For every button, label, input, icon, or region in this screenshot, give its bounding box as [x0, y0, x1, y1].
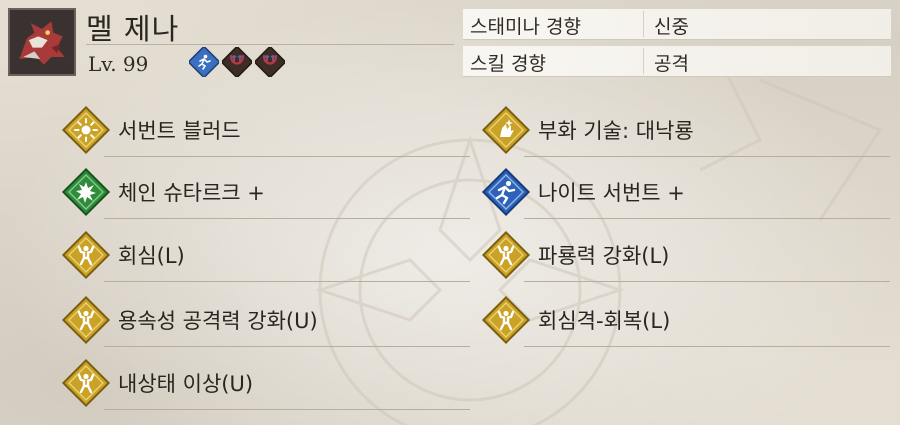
skill-divider [104, 409, 470, 410]
sun-burst-icon [61, 105, 111, 155]
strength-icon [61, 358, 111, 408]
skill-label: 부화 기술: 대낙룡 [538, 119, 694, 143]
skill-divider [524, 281, 890, 282]
tendency-panel: 스태미나 경향 신중 스킬 경향 공격 [463, 9, 891, 83]
skill-divider [104, 218, 470, 219]
skill-label: 체인 슈타르크 + [118, 181, 265, 205]
skill-label: 용속성 공격력 강화(U) [118, 309, 318, 333]
trait-label: 스태미나 경향 [470, 16, 581, 38]
runner-icon [189, 47, 219, 77]
skill-divider [524, 156, 890, 157]
skill-label: 파룡력 강화(L) [538, 244, 670, 268]
trait-row-skill: 스킬 경향 공격 [463, 46, 891, 77]
strength-icon [61, 230, 111, 280]
dragon-portrait-icon [10, 10, 74, 74]
skill-divider [104, 346, 470, 347]
strength-icon [481, 295, 531, 345]
character-portrait[interactable] [8, 8, 76, 76]
trait-value: 신중 [654, 16, 689, 38]
fang-icon [222, 47, 252, 77]
name-divider [86, 44, 454, 45]
burst-icon [61, 167, 111, 217]
runner-icon [481, 167, 531, 217]
element-badges [189, 47, 285, 77]
strength-icon [481, 230, 531, 280]
skill-label: 회심(L) [118, 244, 185, 268]
trait-label: 스킬 경향 [470, 53, 546, 75]
character-name: 멜 제나 [86, 12, 180, 46]
trait-divider [643, 11, 644, 37]
skill-label: 서번트 블러드 [118, 119, 241, 143]
skill-label: 나이트 서번트 + [538, 181, 685, 205]
trait-divider [643, 48, 644, 74]
trait-value: 공격 [654, 53, 689, 75]
skill-divider [104, 156, 470, 157]
skill-divider [524, 218, 890, 219]
skill-label: 회심격-회복(L) [538, 309, 671, 333]
claw-icon [481, 105, 531, 155]
character-level: Lv. 99 [88, 52, 149, 76]
skill-divider [104, 281, 470, 282]
trait-row-stamina: 스태미나 경향 신중 [463, 9, 891, 40]
fang-icon [255, 47, 285, 77]
skill-label: 내상태 이상(U) [118, 372, 254, 396]
skill-divider [524, 346, 890, 347]
strength-icon [61, 295, 111, 345]
